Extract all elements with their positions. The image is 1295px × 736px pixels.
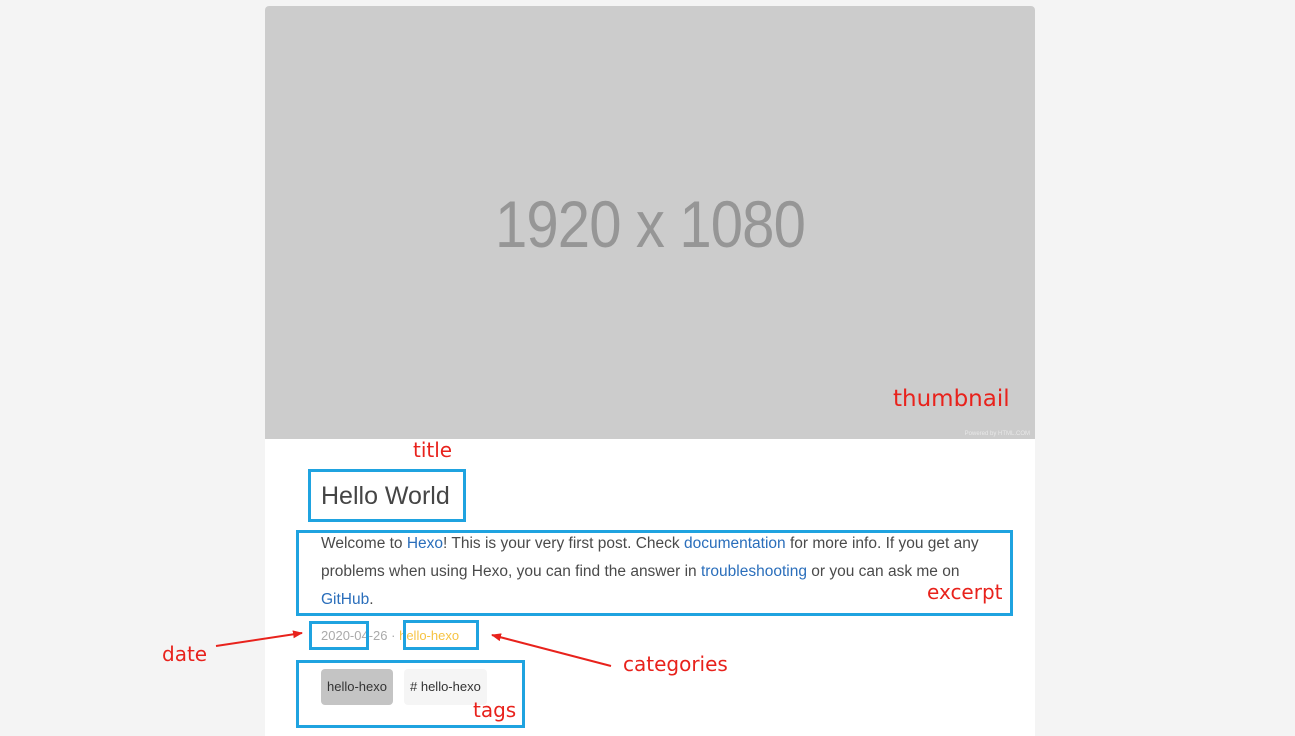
title-annotation-box [308, 469, 466, 522]
categories-annotation-box [403, 620, 479, 650]
post-thumbnail[interactable]: 1920 x 1080 Powered by HTML.COM [265, 6, 1035, 439]
tags-annotation-label: tags [473, 698, 517, 722]
meta-separator: · [391, 628, 396, 643]
title-annotation-label: title [413, 438, 453, 462]
thumbnail-powered-text: Powered by HTML.COM [964, 431, 1030, 437]
page: 1920 x 1080 Powered by HTML.COM Hello Wo… [0, 0, 1295, 736]
date-annotation-label: date [162, 642, 208, 666]
excerpt-annotation-label: excerpt [927, 580, 1003, 604]
excerpt-annotation-box [296, 530, 1013, 616]
thumbnail-placeholder-text: 1920 x 1080 [494, 187, 806, 261]
date-annotation-box [309, 621, 369, 650]
thumbnail-annotation-label: thumbnail [893, 386, 1010, 412]
categories-annotation-label: categories [623, 652, 728, 676]
post-card: 1920 x 1080 Powered by HTML.COM [265, 6, 1035, 736]
